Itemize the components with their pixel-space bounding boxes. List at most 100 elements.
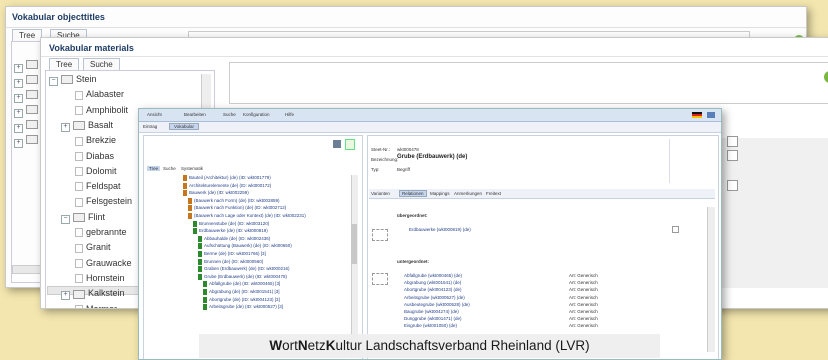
tab-suche[interactable]: Suche (83, 58, 120, 70)
concept-tree-item[interactable]: Graben (Erdbauwerk) (de) (ID: wkt000216) (198, 266, 290, 273)
tree-item-label: Amphibolit (86, 104, 129, 115)
untergeordnet-item[interactable]: Arbeitsgrube (wkt000527) (de) (404, 295, 465, 300)
untergeordnet-item[interactable]: Abfallgrube (wkt000465) (de) (404, 273, 462, 278)
tree-scrollbar[interactable] (351, 175, 358, 355)
dropdown-icon[interactable] (727, 136, 738, 147)
menu-hilfe[interactable]: Hilfe (285, 112, 294, 117)
concept-orange-icon (188, 205, 192, 212)
menu-ansicht[interactable]: Ansicht (147, 112, 162, 117)
concept-tree-item[interactable]: Bauwerk (de) (ID: wkt002259) (183, 190, 249, 197)
left-tab-tree[interactable]: Tree (147, 166, 161, 171)
tree-item[interactable]: Hornstein (75, 273, 125, 284)
untergeordnet-item[interactable]: Dunggrube (wkt001471) (de) (404, 316, 462, 321)
concept-tree-item[interactable]: Abbauhalde (de) (ID: wkt002436) (198, 235, 270, 242)
concept-tree-item[interactable]: Abfallgrube (de) (ID: wkt000465) [3] (203, 281, 280, 288)
scrollbar-thumb[interactable] (351, 224, 357, 264)
concept-label: Arbeitsgrube (de) (ID: wkt000527) [3] (209, 304, 284, 310)
concept-green-icon (198, 258, 202, 265)
concept-tree-item[interactable]: Architekturelemente (de) (ID: wkt000172) (183, 182, 271, 189)
subtab-vokabular[interactable]: Vokabular (169, 123, 200, 130)
tree-item[interactable]: Feldspat (75, 181, 121, 192)
untergeordnet-item[interactable]: Abortgrube (wkt004123) (de) (404, 287, 462, 292)
concept-orange-icon (183, 190, 187, 197)
typ-value: Begriff (397, 167, 410, 172)
tree-item[interactable]: + Kalkstein (61, 288, 125, 301)
close-icon[interactable] (707, 112, 715, 118)
relation-art: Art: Generisch (569, 316, 598, 322)
new-icon[interactable] (345, 139, 355, 150)
concept-tree-item[interactable]: Abortgrube (de) (ID: wkt004123) [3] (203, 296, 280, 303)
leaf-icon (75, 151, 83, 161)
save-icon[interactable] (333, 140, 341, 148)
concept-tree-item[interactable]: Brunnen (de) (ID: wkt000560) (198, 258, 263, 265)
left-tab-suche[interactable]: Suche (163, 166, 176, 171)
expander-icon[interactable]: − (49, 77, 58, 86)
steet-value: wkt000478 (397, 147, 419, 152)
menu-suche[interactable]: Suche (223, 112, 236, 117)
expander-icon[interactable]: − (61, 214, 70, 224)
concept-tree-item[interactable]: Erdbauwerke (de) (ID: wkt000819) (193, 228, 268, 235)
tree-item[interactable]: Diabas (75, 151, 114, 161)
tab-tree[interactable]: Tree (49, 58, 80, 70)
tab-tree[interactable]: Tree (12, 29, 43, 41)
tree-item[interactable]: Alabaster (75, 89, 124, 100)
tab-freitext[interactable]: Freitext (486, 191, 501, 196)
concept-label: (Bauwerk nach Form) (de) (ID: wkt002859) (194, 197, 280, 203)
untergeordnet-item[interactable]: Eisgrube (wkt001050) (de) (404, 323, 457, 328)
concept-tree-item[interactable]: Grube (Erdbauwerk) (de) (ID: wkt000478) (198, 273, 287, 280)
tree-item-label: Marmor (86, 303, 117, 309)
untergeordnet-item[interactable]: Ausbeutegrube (wkt000528) (de) (404, 302, 470, 307)
detail-divider (669, 139, 670, 183)
tree-item[interactable]: − Flint (61, 212, 105, 224)
concept-tree-item[interactable]: Abgrabung (de) (ID: wkt001541) [3] (203, 289, 280, 295)
expander-icon[interactable]: + (61, 291, 70, 301)
caption-part: N (297, 338, 308, 353)
add-icon[interactable] (672, 226, 679, 233)
detail-scrollbar[interactable] (707, 207, 715, 352)
concept-green-icon (193, 220, 197, 227)
concept-tree-item[interactable]: Bauteil (Architektur) (de) (ID: wkt00177… (183, 175, 271, 181)
concept-tree-item[interactable]: (Bauwerk nach Funktion) (de) (ID: wkt002… (188, 205, 286, 212)
caption-part: ultur Landschaftsverband Rheinland (LVR) (335, 338, 590, 353)
untergeordnet-item[interactable]: Abgrabung (wkt001541) (de) (404, 280, 461, 285)
left-tab-systematik[interactable]: Systematik (181, 166, 203, 171)
subtab-eintrag[interactable]: Eintrag (143, 124, 157, 129)
untergeordnet-item[interactable]: Baugrube (wkt004274) (de) (404, 309, 459, 314)
concept-tree-item[interactable]: Brunnenstube (de) (ID: wkt003120) (193, 220, 269, 227)
leaf-icon (75, 258, 83, 268)
expander-icon[interactable]: + (14, 131, 41, 149)
tree-item[interactable]: Brekzie (75, 135, 116, 146)
concept-tree-item[interactable]: (Bauwerk nach Form) (de) (ID: wkt002859) (188, 197, 280, 204)
tab-relationen[interactable]: Relationen (399, 190, 427, 197)
uebergeordnet-item[interactable]: Erdbauwerke (wkt000819) (de) (409, 227, 471, 232)
tree-item[interactable]: Grauwacke (75, 258, 132, 268)
tree-item[interactable]: + Basalt (61, 120, 113, 132)
tree-item[interactable]: Amphibolit (75, 105, 128, 115)
tree-item[interactable]: Granit (75, 242, 111, 253)
tree-item[interactable]: Dolomit (75, 166, 117, 177)
dropdown-icon[interactable] (727, 150, 738, 161)
menu-konfiguration[interactable]: Konfiguration (243, 112, 270, 117)
tree-item[interactable]: − Stein (49, 74, 97, 86)
flag-icon[interactable] (692, 112, 702, 118)
concept-tree-item[interactable]: Aufschüttung (Bauwerk) (de) (ID: wkt0065… (198, 243, 292, 250)
tree-item-label: Grauwacke (86, 257, 132, 268)
menu-bearbeiten[interactable]: Bearbeiten (184, 112, 206, 117)
concept-orange-icon (183, 175, 187, 181)
concept-tree-item[interactable]: Berme (de) (ID: wkt001766) [3] (198, 251, 266, 257)
tab-varianten[interactable]: Varianten (371, 191, 390, 196)
concept-green-icon (203, 304, 207, 311)
leaf-icon (75, 90, 83, 100)
tree-item-label: Stein (76, 74, 97, 84)
concept-tree-item[interactable]: (Bauwerk nach Lage oder Kontext) (de) (I… (188, 213, 306, 219)
folder-icon (73, 289, 85, 299)
expander-icon[interactable]: + (61, 122, 70, 132)
tree-item[interactable]: Marmor (75, 303, 117, 309)
tab-mappings[interactable]: Mappings (430, 191, 450, 196)
tree-item[interactable]: Felsgestein (75, 196, 132, 207)
tab-anmerkungen[interactable]: Anmerkungen (454, 191, 482, 196)
dropdown-icon[interactable] (727, 180, 738, 191)
tree-item[interactable]: gebrannte (75, 227, 127, 238)
concept-green-icon (198, 235, 202, 242)
concept-tree-item[interactable]: Arbeitsgrube (de) (ID: wkt000527) [3] (203, 304, 284, 311)
